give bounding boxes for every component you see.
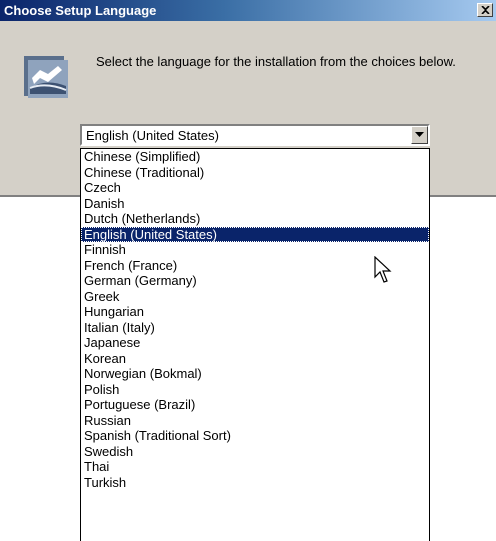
close-button[interactable]	[477, 3, 493, 17]
combobox-dropdown-button[interactable]	[411, 126, 428, 144]
language-option[interactable]: Swedish	[81, 444, 429, 460]
language-combobox[interactable]: English (United States)	[80, 124, 430, 146]
close-icon	[481, 6, 490, 14]
mouse-cursor-icon	[374, 256, 392, 283]
combobox-selected-value: English (United States)	[86, 128, 219, 143]
language-option[interactable]: Chinese (Traditional)	[81, 165, 429, 181]
language-option[interactable]: Czech	[81, 180, 429, 196]
language-option[interactable]: Greek	[81, 289, 429, 305]
window-title: Choose Setup Language	[4, 3, 157, 18]
language-option[interactable]: English (United States)	[81, 226, 429, 242]
language-option[interactable]: Russian	[81, 413, 429, 429]
language-option[interactable]: Norwegian (Bokmal)	[81, 366, 429, 382]
setup-icon	[24, 56, 68, 98]
title-bar[interactable]: Choose Setup Language	[0, 0, 496, 21]
language-option[interactable]: Japanese	[81, 335, 429, 351]
language-option[interactable]: Portuguese (Brazil)	[81, 397, 429, 413]
language-dropdown-list[interactable]: Chinese (Simplified) Chinese (Traditional…	[80, 148, 430, 541]
chevron-down-icon	[415, 132, 424, 137]
language-option[interactable]: Chinese (Simplified)	[81, 149, 429, 165]
language-option[interactable]: Turkish	[81, 475, 429, 491]
language-option[interactable]: Italian (Italy)	[81, 320, 429, 336]
language-option[interactable]: Dutch (Netherlands)	[81, 211, 429, 227]
language-option[interactable]: Hungarian	[81, 304, 429, 320]
language-option[interactable]: Korean	[81, 351, 429, 367]
language-option[interactable]: Danish	[81, 196, 429, 212]
language-option[interactable]: Spanish (Traditional Sort)	[81, 428, 429, 444]
language-option[interactable]: Polish	[81, 382, 429, 398]
language-option[interactable]: Thai	[81, 459, 429, 475]
instruction-text: Select the language for the installation…	[96, 54, 456, 69]
